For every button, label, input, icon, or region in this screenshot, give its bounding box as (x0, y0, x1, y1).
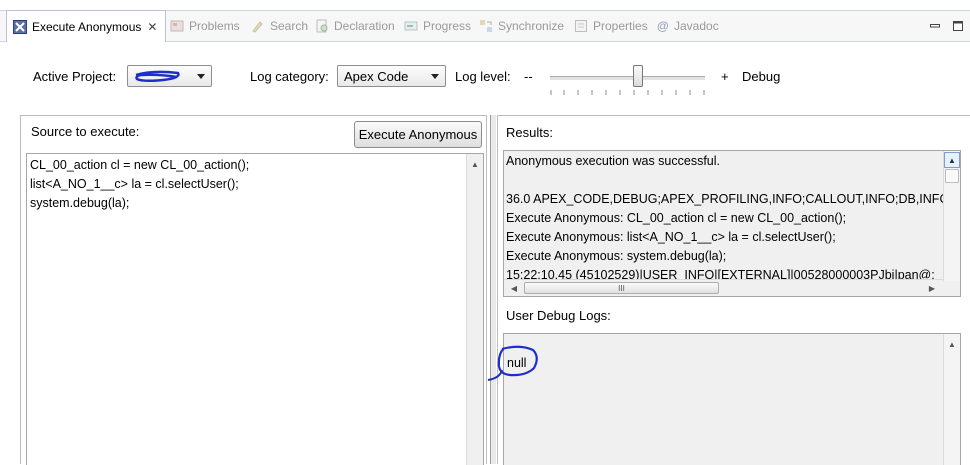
tab-label: Search (270, 19, 309, 33)
source-label: Source to execute: (31, 124, 140, 139)
execute-anonymous-button[interactable]: Execute Anonymous (354, 121, 482, 148)
annotation-circle (487, 345, 538, 381)
tab-synchronize[interactable]: Synchronize (479, 11, 564, 41)
slider-thumb[interactable] (633, 65, 643, 87)
results-vertical-scrollbar[interactable]: ▲ (943, 151, 960, 281)
tab-label: Execute Anonymous (32, 19, 142, 34)
log-level-label: Log level: (455, 69, 511, 84)
problems-icon (170, 19, 184, 33)
source-panel: Source to execute: Execute Anonymous CL_… (20, 115, 487, 465)
slider-track (550, 76, 705, 80)
results-line: Execute Anonymous: system.debug(la); (506, 249, 727, 263)
view-tab-bar: Execute Anonymous ✕ Problems Search Decl… (0, 10, 970, 42)
chevron-down-icon (197, 74, 205, 79)
results-label: Results: (506, 125, 553, 140)
debug-log-line: null (507, 356, 527, 370)
debug-logs-output[interactable]: null ▲ (503, 333, 961, 465)
tab-label: Javadoc (674, 19, 719, 33)
synchronize-icon (479, 19, 493, 33)
tab-properties[interactable]: Properties (574, 11, 648, 41)
results-line: Anonymous execution was successful. (506, 154, 720, 168)
tab-declaration[interactable]: Declaration (315, 11, 395, 41)
scroll-thumb[interactable]: III (524, 282, 719, 294)
results-line: Execute Anonymous: CL_00_action cl = new… (506, 211, 847, 225)
minimize-icon[interactable] (930, 20, 940, 30)
properties-icon (574, 19, 588, 33)
close-icon[interactable]: ✕ (147, 20, 157, 34)
tab-label: Progress (423, 19, 472, 33)
source-line: system.debug(la); (30, 196, 130, 210)
active-project-select[interactable] (127, 65, 212, 87)
declaration-icon (315, 19, 329, 33)
log-category-value: Apex Code (344, 68, 409, 84)
tab-javadoc[interactable]: @ Javadoc (657, 11, 719, 41)
results-line: 36.0 APEX_CODE,DEBUG;APEX_PROFILING,INFO… (506, 192, 950, 206)
tab-progress[interactable]: Progress (404, 11, 471, 41)
results-line: Execute Anonymous: list<A_NO_1__c> la = … (506, 230, 836, 244)
log-level-min-label: -- (524, 69, 533, 84)
results-output[interactable]: Anonymous execution was successful. 36.0… (503, 150, 961, 297)
execute-anonymous-icon (13, 19, 27, 34)
maximize-icon[interactable] (953, 20, 963, 31)
tab-label: Declaration (334, 19, 395, 33)
panel-splitter[interactable] (490, 115, 496, 464)
debug-logs-label: User Debug Logs: (506, 308, 611, 323)
log-level-value: Debug (742, 69, 781, 84)
tab-execute-anonymous[interactable]: Execute Anonymous ✕ (6, 10, 166, 42)
scroll-thumb[interactable] (945, 169, 959, 183)
results-line (506, 171, 958, 190)
debug-logs-vertical-scrollbar[interactable]: ▲ (943, 334, 960, 465)
search-icon (251, 19, 265, 33)
source-vertical-scrollbar[interactable]: ▲ (466, 154, 483, 465)
tab-problems[interactable]: Problems (170, 11, 240, 41)
scroll-left-icon[interactable]: ◀ (506, 280, 522, 296)
scroll-right-icon[interactable]: ▶ (924, 280, 940, 296)
scroll-up-icon[interactable]: ▲ (944, 336, 960, 352)
log-category-label: Log category: (250, 69, 329, 84)
tab-label: Synchronize (498, 19, 565, 33)
results-horizontal-scrollbar[interactable]: ◀ III ▶ (504, 279, 943, 296)
source-line: list<A_NO_1__c> la = cl.selectUser(); (30, 177, 239, 191)
source-editor[interactable]: CL_00_action cl = new CL_00_action(); li… (26, 153, 484, 465)
tab-label: Properties (593, 19, 648, 33)
slider-ticks (550, 90, 705, 95)
source-line: CL_00_action cl = new CL_00_action(); (30, 158, 250, 172)
progress-icon (404, 19, 418, 33)
log-level-max-label: + (721, 69, 729, 84)
chevron-down-icon (431, 74, 439, 79)
results-panel: Results: Anonymous execution was success… (497, 115, 970, 465)
scroll-up-icon[interactable]: ▲ (467, 156, 483, 172)
log-category-select[interactable]: Apex Code (337, 65, 446, 87)
scroll-up-icon[interactable]: ▲ (944, 152, 960, 168)
tab-label: Problems (189, 19, 240, 33)
javadoc-icon: @ (657, 19, 669, 33)
redaction-scribble (135, 70, 180, 83)
active-project-label: Active Project: (33, 69, 117, 84)
log-level-slider[interactable] (550, 63, 705, 99)
tab-search[interactable]: Search (251, 11, 308, 41)
